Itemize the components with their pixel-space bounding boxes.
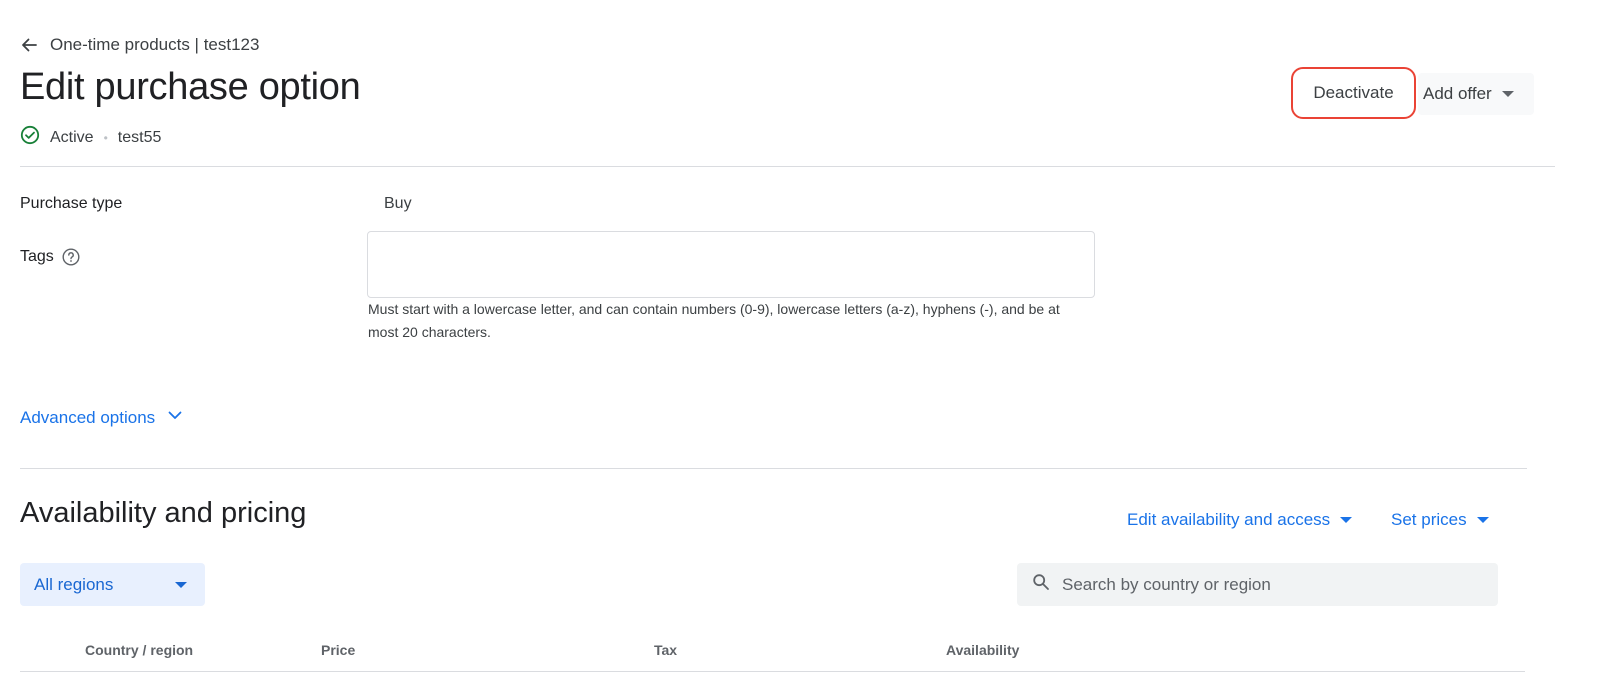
caret-down-icon: [1476, 517, 1489, 523]
caret-down-icon: [1501, 91, 1514, 97]
regions-dropdown[interactable]: All regions: [20, 563, 205, 606]
availability-section-title: Availability and pricing: [20, 497, 307, 529]
tags-input[interactable]: [367, 231, 1095, 298]
advanced-options-toggle[interactable]: Advanced options: [20, 407, 183, 428]
advanced-options-label: Advanced options: [20, 407, 156, 427]
column-header-availability[interactable]: Availability: [946, 642, 1019, 658]
search-input[interactable]: [1062, 574, 1482, 595]
purchase-option-id: test55: [117, 128, 162, 146]
status-row: Active • test55: [20, 125, 161, 150]
set-prices-button[interactable]: Set prices: [1391, 510, 1489, 530]
deactivate-button-label: Deactivate: [1313, 83, 1394, 102]
status-text: Active: [50, 128, 94, 146]
check-circle-icon: [20, 125, 40, 150]
breadcrumb: One-time products | test123: [20, 34, 259, 56]
back-link[interactable]: One-time products | test123: [50, 35, 259, 55]
caret-down-icon: [1340, 517, 1353, 523]
purchase-type-value: Buy: [384, 195, 412, 212]
caret-down-icon: [175, 581, 187, 588]
set-prices-label: Set prices: [1391, 510, 1467, 529]
add-offer-button-label: Add offer: [1423, 84, 1492, 103]
add-offer-button[interactable]: Add offer: [1418, 73, 1534, 115]
tags-help-text: Must start with a lowercase letter, and …: [368, 301, 1060, 340]
tags-label-row: Tags: [20, 248, 80, 266]
purchase-type-label: Purchase type: [20, 195, 123, 212]
regions-selected-value: All regions: [34, 574, 114, 594]
deactivate-button[interactable]: Deactivate: [1291, 67, 1416, 119]
edit-availability-label: Edit availability and access: [1127, 510, 1331, 529]
search-icon: [1032, 573, 1050, 596]
help-circle-icon[interactable]: [62, 248, 80, 266]
column-header-price[interactable]: Price: [321, 642, 355, 658]
column-header-tax[interactable]: Tax: [654, 642, 677, 658]
separator-dot: •: [103, 130, 108, 145]
section-divider: [20, 468, 1527, 469]
chevron-down-icon: [167, 407, 183, 428]
header-divider: [20, 166, 1555, 167]
region-search[interactable]: [1017, 563, 1498, 606]
tags-label: Tags: [20, 248, 54, 265]
page-title: Edit purchase option: [20, 66, 361, 108]
column-header-country[interactable]: Country / region: [85, 642, 193, 658]
table-header-divider: [20, 671, 1525, 672]
back-arrow-icon[interactable]: [20, 36, 38, 54]
edit-availability-button[interactable]: Edit availability and access: [1127, 510, 1353, 530]
